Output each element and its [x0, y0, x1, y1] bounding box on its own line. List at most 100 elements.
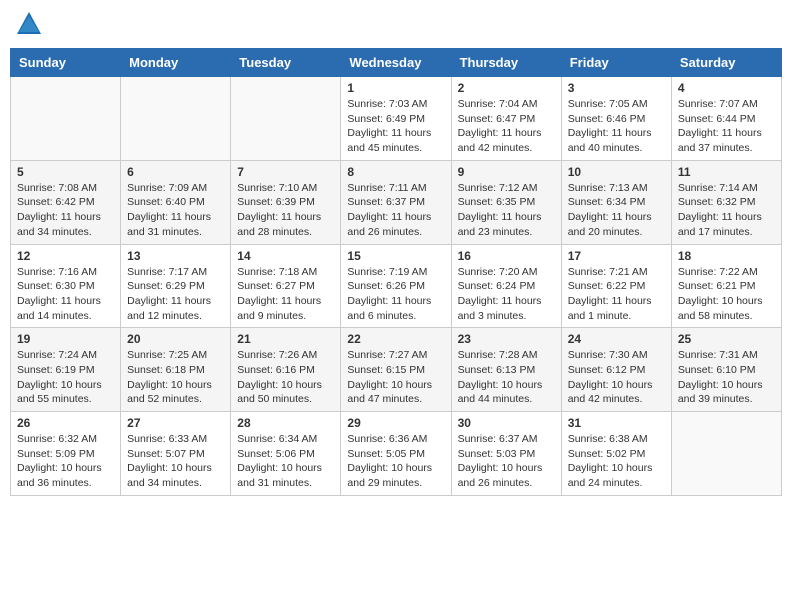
calendar-cell: 24 Sunrise: 7:30 AMSunset: 6:12 PMDayligh… — [561, 328, 671, 412]
day-number: 19 — [17, 332, 114, 346]
day-number: 17 — [568, 249, 665, 263]
calendar-cell: 21 Sunrise: 7:26 AMSunset: 6:16 PMDayligh… — [231, 328, 341, 412]
calendar-cell — [121, 77, 231, 161]
day-info: Sunrise: 7:09 AMSunset: 6:40 PMDaylight:… — [127, 181, 224, 240]
calendar-cell: 7 Sunrise: 7:10 AMSunset: 6:39 PMDaylight… — [231, 160, 341, 244]
day-number: 24 — [568, 332, 665, 346]
day-info: Sunrise: 7:18 AMSunset: 6:27 PMDaylight:… — [237, 265, 334, 324]
day-info: Sunrise: 7:05 AMSunset: 6:46 PMDaylight:… — [568, 97, 665, 156]
day-number: 13 — [127, 249, 224, 263]
day-info: Sunrise: 6:32 AMSunset: 5:09 PMDaylight:… — [17, 432, 114, 491]
day-number: 21 — [237, 332, 334, 346]
day-number: 7 — [237, 165, 334, 179]
calendar-cell: 17 Sunrise: 7:21 AMSunset: 6:22 PMDayligh… — [561, 244, 671, 328]
calendar-cell: 23 Sunrise: 7:28 AMSunset: 6:13 PMDayligh… — [451, 328, 561, 412]
day-info: Sunrise: 7:07 AMSunset: 6:44 PMDaylight:… — [678, 97, 775, 156]
day-info: Sunrise: 7:26 AMSunset: 6:16 PMDaylight:… — [237, 348, 334, 407]
calendar-cell: 29 Sunrise: 6:36 AMSunset: 5:05 PMDayligh… — [341, 412, 451, 496]
calendar-week-row: 26Sunrise: 6:32 AMSunset: 5:09 PMDayligh… — [11, 412, 782, 496]
calendar-header-saturday: Saturday — [671, 49, 781, 77]
day-info: Sunrise: 7:27 AMSunset: 6:15 PMDaylight:… — [347, 348, 444, 407]
day-info: Sunrise: 6:38 AMSunset: 5:02 PMDaylight:… — [568, 432, 665, 491]
calendar-header-monday: Monday — [121, 49, 231, 77]
calendar-cell: 13 Sunrise: 7:17 AMSunset: 6:29 PMDayligh… — [121, 244, 231, 328]
day-info: Sunrise: 7:30 AMSunset: 6:12 PMDaylight:… — [568, 348, 665, 407]
calendar-cell: 14 Sunrise: 7:18 AMSunset: 6:27 PMDayligh… — [231, 244, 341, 328]
day-number: 15 — [347, 249, 444, 263]
calendar-header-thursday: Thursday — [451, 49, 561, 77]
calendar-cell: 8Sunrise: 7:11 AMSunset: 6:37 PMDaylight… — [341, 160, 451, 244]
calendar: SundayMondayTuesdayWednesdayThursdayFrid… — [10, 48, 782, 496]
day-number: 1 — [347, 81, 444, 95]
day-info: Sunrise: 7:24 AMSunset: 6:19 PMDaylight:… — [17, 348, 114, 407]
day-info: Sunrise: 6:33 AMSunset: 5:07 PMDaylight:… — [127, 432, 224, 491]
day-number: 6 — [127, 165, 224, 179]
calendar-cell: 31 Sunrise: 6:38 AMSunset: 5:02 PMDayligh… — [561, 412, 671, 496]
calendar-body: 1Sunrise: 7:03 AMSunset: 6:49 PMDaylight… — [11, 77, 782, 496]
logo — [15, 10, 47, 38]
calendar-cell: 1Sunrise: 7:03 AMSunset: 6:49 PMDaylight… — [341, 77, 451, 161]
day-number: 3 — [568, 81, 665, 95]
day-info: Sunrise: 6:36 AMSunset: 5:05 PMDaylight:… — [347, 432, 444, 491]
day-number: 2 — [458, 81, 555, 95]
calendar-cell: 22 Sunrise: 7:27 AMSunset: 6:15 PMDayligh… — [341, 328, 451, 412]
day-info: Sunrise: 7:11 AMSunset: 6:37 PMDaylight:… — [347, 181, 444, 240]
calendar-cell — [231, 77, 341, 161]
day-info: Sunrise: 7:31 AMSunset: 6:10 PMDaylight:… — [678, 348, 775, 407]
calendar-week-row: 5 Sunrise: 7:08 AMSunset: 6:42 PMDaylight… — [11, 160, 782, 244]
day-info: Sunrise: 7:08 AMSunset: 6:42 PMDaylight:… — [17, 181, 114, 240]
calendar-week-row: 19 Sunrise: 7:24 AMSunset: 6:19 PMDayligh… — [11, 328, 782, 412]
calendar-cell: 11Sunrise: 7:14 AMSunset: 6:32 PMDayligh… — [671, 160, 781, 244]
day-info: Sunrise: 7:10 AMSunset: 6:39 PMDaylight:… — [237, 181, 334, 240]
calendar-cell: 18Sunrise: 7:22 AMSunset: 6:21 PMDayligh… — [671, 244, 781, 328]
calendar-cell: 25Sunrise: 7:31 AMSunset: 6:10 PMDayligh… — [671, 328, 781, 412]
calendar-cell: 26Sunrise: 6:32 AMSunset: 5:09 PMDayligh… — [11, 412, 121, 496]
calendar-header-sunday: Sunday — [11, 49, 121, 77]
calendar-header-friday: Friday — [561, 49, 671, 77]
day-info: Sunrise: 7:16 AMSunset: 6:30 PMDaylight:… — [17, 265, 114, 324]
day-number: 14 — [237, 249, 334, 263]
day-info: Sunrise: 7:22 AMSunset: 6:21 PMDaylight:… — [678, 265, 775, 324]
calendar-header-tuesday: Tuesday — [231, 49, 341, 77]
calendar-cell: 20Sunrise: 7:25 AMSunset: 6:18 PMDayligh… — [121, 328, 231, 412]
day-number: 22 — [347, 332, 444, 346]
day-number: 27 — [127, 416, 224, 430]
calendar-cell: 6 Sunrise: 7:09 AMSunset: 6:40 PMDaylight… — [121, 160, 231, 244]
calendar-cell: 16 Sunrise: 7:20 AMSunset: 6:24 PMDayligh… — [451, 244, 561, 328]
day-info: Sunrise: 7:13 AMSunset: 6:34 PMDaylight:… — [568, 181, 665, 240]
day-info: Sunrise: 7:14 AMSunset: 6:32 PMDaylight:… — [678, 181, 775, 240]
calendar-cell: 28 Sunrise: 6:34 AMSunset: 5:06 PMDayligh… — [231, 412, 341, 496]
day-number: 5 — [17, 165, 114, 179]
day-info: Sunrise: 6:37 AMSunset: 5:03 PMDaylight:… — [458, 432, 555, 491]
calendar-cell: 2 Sunrise: 7:04 AMSunset: 6:47 PMDaylight… — [451, 77, 561, 161]
day-info: Sunrise: 7:21 AMSunset: 6:22 PMDaylight:… — [568, 265, 665, 324]
day-number: 31 — [568, 416, 665, 430]
day-number: 9 — [458, 165, 555, 179]
day-number: 10 — [568, 165, 665, 179]
day-number: 16 — [458, 249, 555, 263]
calendar-cell: 27 Sunrise: 6:33 AMSunset: 5:07 PMDayligh… — [121, 412, 231, 496]
calendar-cell — [11, 77, 121, 161]
logo-icon — [15, 10, 43, 38]
page: SundayMondayTuesdayWednesdayThursdayFrid… — [0, 0, 792, 506]
day-number: 29 — [347, 416, 444, 430]
calendar-cell: 4 Sunrise: 7:07 AMSunset: 6:44 PMDaylight… — [671, 77, 781, 161]
day-info: Sunrise: 7:04 AMSunset: 6:47 PMDaylight:… — [458, 97, 555, 156]
day-number: 30 — [458, 416, 555, 430]
calendar-week-row: 12Sunrise: 7:16 AMSunset: 6:30 PMDayligh… — [11, 244, 782, 328]
calendar-cell — [671, 412, 781, 496]
day-number: 23 — [458, 332, 555, 346]
calendar-cell: 3 Sunrise: 7:05 AMSunset: 6:46 PMDaylight… — [561, 77, 671, 161]
calendar-header-row: SundayMondayTuesdayWednesdayThursdayFrid… — [11, 49, 782, 77]
day-number: 28 — [237, 416, 334, 430]
day-number: 4 — [678, 81, 775, 95]
day-info: Sunrise: 6:34 AMSunset: 5:06 PMDaylight:… — [237, 432, 334, 491]
calendar-cell: 12Sunrise: 7:16 AMSunset: 6:30 PMDayligh… — [11, 244, 121, 328]
calendar-week-row: 1Sunrise: 7:03 AMSunset: 6:49 PMDaylight… — [11, 77, 782, 161]
header — [10, 10, 782, 38]
day-info: Sunrise: 7:20 AMSunset: 6:24 PMDaylight:… — [458, 265, 555, 324]
day-info: Sunrise: 7:12 AMSunset: 6:35 PMDaylight:… — [458, 181, 555, 240]
day-info: Sunrise: 7:28 AMSunset: 6:13 PMDaylight:… — [458, 348, 555, 407]
day-info: Sunrise: 7:17 AMSunset: 6:29 PMDaylight:… — [127, 265, 224, 324]
calendar-header-wednesday: Wednesday — [341, 49, 451, 77]
